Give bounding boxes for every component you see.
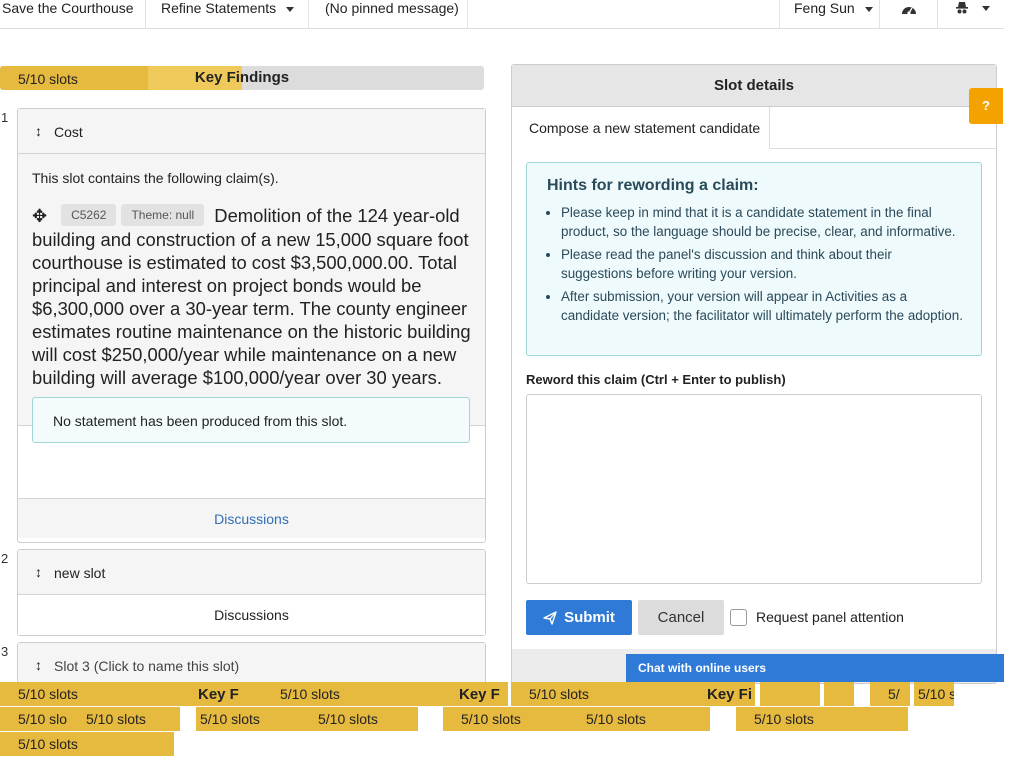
- slot-number: 1: [1, 110, 9, 125]
- slot-body: This slot contains the following claim(s…: [18, 154, 485, 426]
- chevron-down-icon: [864, 6, 873, 12]
- ghost-slots-label: 5/10 slots: [461, 711, 521, 727]
- paper-plane-icon: [543, 610, 557, 625]
- ghost-slots-label: 5/10 slots: [280, 686, 340, 702]
- dashboard-icon: [902, 7, 916, 15]
- submit-label: Submit: [564, 609, 615, 626]
- hints-box: Hints for rewording a claim: Please keep…: [526, 162, 982, 356]
- request-attention-label[interactable]: Request panel attention: [756, 609, 904, 625]
- drag-ghost-fragment: 5/10 s: [914, 682, 954, 706]
- hint-item: Please keep in mind that it is a candida…: [561, 203, 967, 241]
- slot-card-3: ↕ Slot 3 (Click to name this slot): [17, 642, 486, 688]
- no-statement-notice: No statement has been produced from this…: [32, 397, 470, 443]
- reword-label: Reword this claim (Ctrl + Enter to publi…: [526, 372, 786, 387]
- drag-ghost-slots-bar: 5/10 slots: [568, 707, 710, 731]
- pinned-message[interactable]: (No pinned message): [309, 0, 468, 29]
- pinned-message-label: (No pinned message): [325, 0, 459, 16]
- slot-header[interactable]: ↕ new slot: [18, 550, 485, 595]
- hint-item: Please read the panel's discussion and t…: [561, 245, 967, 283]
- theme-badge: Theme: null: [121, 204, 205, 226]
- hint-item: After submission, your version will appe…: [561, 287, 967, 325]
- drag-ghost-fragment: [824, 682, 854, 706]
- cancel-button[interactable]: Cancel: [638, 600, 724, 635]
- discussions-link[interactable]: Discussions: [18, 498, 485, 538]
- user-name: Feng Sun: [794, 0, 855, 16]
- ghost-slots-label: 5/10 slots: [18, 686, 78, 702]
- slot-number: 2: [1, 551, 9, 566]
- slot-card-new: ↕ new slot Discussions: [17, 549, 486, 636]
- slot-contains-text: This slot contains the following claim(s…: [32, 170, 279, 186]
- chevron-down-icon: [286, 6, 295, 12]
- chevron-down-icon: [982, 6, 990, 11]
- ghost-slots-label: 5/10 slots: [754, 711, 814, 727]
- dashboard-button[interactable]: [880, 0, 938, 29]
- slot-details-panel: Slot details Compose a new statement can…: [511, 64, 997, 684]
- discussions-link[interactable]: Discussions: [18, 595, 485, 635]
- drag-ghost-slots-bar: 5/10 slots: [68, 707, 180, 731]
- drag-handle-icon[interactable]: ↕: [35, 123, 42, 139]
- top-navbar: Save the Courthouse Refine Statements (N…: [0, 0, 1004, 29]
- drag-ghost-slots-bar: 5/10 slots: [443, 707, 569, 731]
- nav-refine-label: Refine Statements: [161, 0, 277, 16]
- claim-item[interactable]: ✥ C5262 Theme: null Demolition of the 124 …: [32, 204, 472, 389]
- ghost-slots-label: 5/10 slo: [18, 711, 68, 727]
- ghost-fragment-label: 5/: [888, 686, 900, 702]
- drag-handle-icon[interactable]: ↕: [35, 657, 42, 673]
- drag-handle-icon[interactable]: ↕: [35, 564, 42, 580]
- chat-label: Chat with online users: [638, 661, 767, 675]
- ghost-title: Key F: [198, 686, 239, 703]
- ghost-title: Key Fi: [707, 686, 753, 703]
- compose-form: Hints for rewording a claim: Please keep…: [512, 149, 996, 649]
- ghost-title: Key F: [459, 686, 500, 703]
- slot-number: 3: [1, 644, 9, 659]
- slot-name[interactable]: Cost: [54, 124, 83, 140]
- slot-card-cost: ↕ Cost This slot contains the following …: [17, 108, 486, 543]
- ghost-slots-label: 5/10 slots: [86, 711, 146, 727]
- panel-title: Slot details: [512, 65, 996, 107]
- drag-ghost-slots-bar: 5/10 slots: [300, 707, 418, 731]
- ghost-slots-label: 5/10 slots: [318, 711, 378, 727]
- notice-text: No statement has been produced from this…: [53, 413, 348, 429]
- claim-text: Demolition of the 124 year-old building …: [32, 205, 471, 388]
- drag-ghost-fragment: [760, 682, 820, 706]
- drag-ghost-slots-bar: 5/10 slots: [736, 707, 908, 731]
- submit-button[interactable]: Submit: [526, 600, 632, 635]
- request-attention-checkbox[interactable]: [730, 609, 747, 626]
- ghost-slots-label: 5/10 slots: [200, 711, 260, 727]
- ghost-slots-label: 5/10 slots: [586, 711, 646, 727]
- ghost-slots-label: 5/10 slots: [529, 686, 589, 702]
- nav-home-label: Save the Courthouse: [2, 0, 134, 16]
- ghost-slots-label: 5/10 slots: [18, 736, 78, 752]
- help-button[interactable]: ?: [969, 88, 1003, 124]
- hints-title: Hints for rewording a claim:: [547, 177, 759, 194]
- slot-name[interactable]: new slot: [54, 565, 105, 581]
- drag-ghost-slots-bar: 5/10 slots: [196, 707, 306, 731]
- drag-ghost-slots-bar: 5/10 slots: [0, 732, 174, 756]
- incognito-icon: [956, 2, 968, 14]
- panel-tabs: Compose a new statement candidate: [512, 107, 996, 149]
- hints-list: Please keep in mind that it is a candida…: [547, 203, 967, 329]
- user-menu-dropdown[interactable]: Feng Sun: [779, 0, 880, 29]
- nav-home-link[interactable]: Save the Courthouse: [0, 0, 146, 29]
- slot-header[interactable]: ↕ Cost: [18, 109, 485, 154]
- claim-id-badge[interactable]: C5262: [61, 204, 117, 226]
- key-findings-title: Key Findings: [194, 69, 290, 86]
- reword-textarea[interactable]: [526, 394, 982, 584]
- anonymous-user-dropdown[interactable]: [938, 0, 1004, 29]
- drag-ghost-slots-bar: 5/10 slo: [0, 707, 72, 731]
- tab-compose-statement[interactable]: Compose a new statement candidate: [512, 107, 770, 149]
- nav-refine-dropdown[interactable]: Refine Statements: [146, 0, 309, 29]
- drag-ghost-slots-bar: 5/10 slots Key F: [262, 682, 508, 706]
- move-icon[interactable]: ✥: [32, 206, 47, 226]
- drag-ghost-fragment: 5/: [870, 682, 910, 706]
- slot-name[interactable]: Slot 3 (Click to name this slot): [54, 658, 239, 674]
- drag-ghost-slots-bar: 5/10 slots Key F: [0, 682, 262, 706]
- drag-ghost-slots-bar: 5/10 slots Key Fi: [511, 682, 755, 706]
- ghost-fragment-label: 5/10 s: [918, 686, 954, 702]
- slots-progress-bar: 5/10 slots Key Findings: [0, 66, 484, 90]
- chat-with-online-users-bar[interactable]: Chat with online users: [626, 654, 1004, 682]
